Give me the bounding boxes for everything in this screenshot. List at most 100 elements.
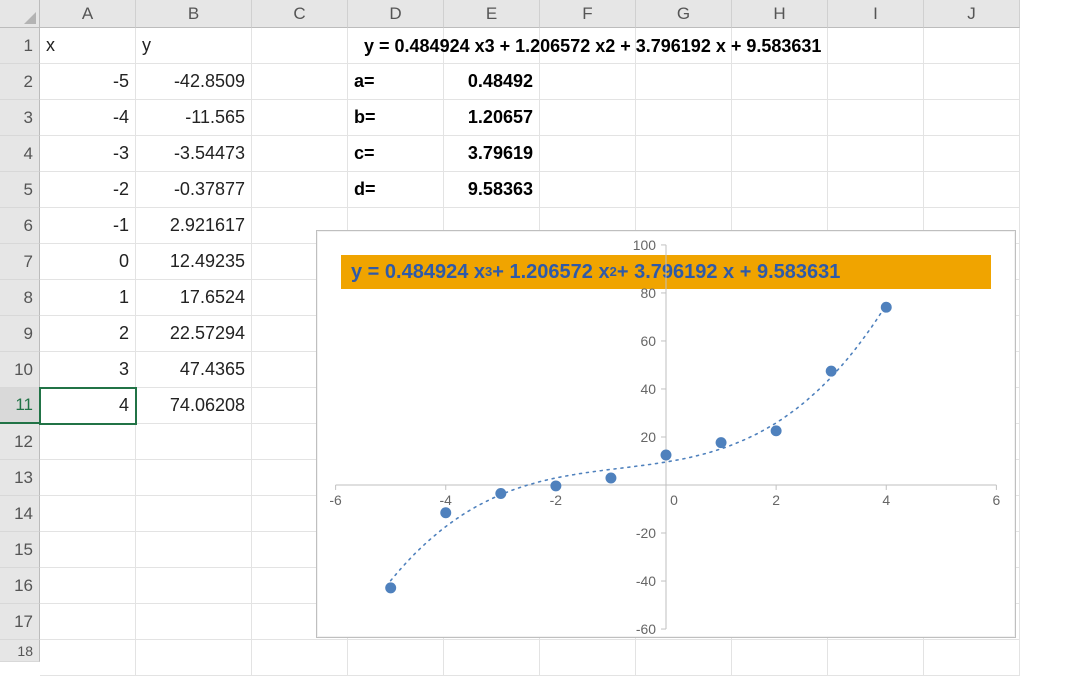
row-header-17[interactable]: 17: [0, 604, 40, 640]
cell-H3[interactable]: [732, 100, 828, 136]
column-header-F[interactable]: F: [540, 0, 636, 28]
row-header-8[interactable]: 8: [0, 280, 40, 316]
row-header-15[interactable]: 15: [0, 532, 40, 568]
cell-B14[interactable]: [136, 496, 252, 532]
column-header-G[interactable]: G: [636, 0, 732, 28]
cell-E1[interactable]: [444, 28, 540, 64]
cell-B12[interactable]: [136, 424, 252, 460]
cell-A18[interactable]: [40, 640, 136, 676]
cell-F18[interactable]: [540, 640, 636, 676]
cell-B7[interactable]: 12.49235: [136, 244, 252, 280]
cell-D4[interactable]: c=: [348, 136, 444, 172]
cell-B16[interactable]: [136, 568, 252, 604]
cell-H2[interactable]: [732, 64, 828, 100]
cell-C4[interactable]: [252, 136, 348, 172]
column-header-H[interactable]: H: [732, 0, 828, 28]
cell-A2[interactable]: -5: [40, 64, 136, 100]
row-header-4[interactable]: 4: [0, 136, 40, 172]
cell-I18[interactable]: [828, 640, 924, 676]
cell-F2[interactable]: [540, 64, 636, 100]
cell-J2[interactable]: [924, 64, 1020, 100]
cell-D1[interactable]: [348, 28, 444, 64]
cell-B15[interactable]: [136, 532, 252, 568]
cell-E4[interactable]: 3.79619: [444, 136, 540, 172]
column-header-J[interactable]: J: [924, 0, 1020, 28]
cell-B5[interactable]: -0.37877: [136, 172, 252, 208]
cell-B4[interactable]: -3.54473: [136, 136, 252, 172]
cell-A4[interactable]: -3: [40, 136, 136, 172]
column-header-D[interactable]: D: [348, 0, 444, 28]
cell-E2[interactable]: 0.48492: [444, 64, 540, 100]
cell-E18[interactable]: [444, 640, 540, 676]
cell-I5[interactable]: [828, 172, 924, 208]
cell-A1[interactable]: x: [40, 28, 136, 64]
cell-B18[interactable]: [136, 640, 252, 676]
row-header-16[interactable]: 16: [0, 568, 40, 604]
cell-A13[interactable]: [40, 460, 136, 496]
cell-G4[interactable]: [636, 136, 732, 172]
row-header-13[interactable]: 13: [0, 460, 40, 496]
cell-G18[interactable]: [636, 640, 732, 676]
row-header-12[interactable]: 12: [0, 424, 40, 460]
cell-A3[interactable]: -4: [40, 100, 136, 136]
cell-G5[interactable]: [636, 172, 732, 208]
cell-A7[interactable]: 0: [40, 244, 136, 280]
cell-H18[interactable]: [732, 640, 828, 676]
cell-D5[interactable]: d=: [348, 172, 444, 208]
cell-B3[interactable]: -11.565: [136, 100, 252, 136]
cell-I3[interactable]: [828, 100, 924, 136]
cell-A9[interactable]: 2: [40, 316, 136, 352]
cell-F3[interactable]: [540, 100, 636, 136]
cell-A10[interactable]: 3: [40, 352, 136, 388]
cell-C1[interactable]: [252, 28, 348, 64]
cell-I1[interactable]: [828, 28, 924, 64]
column-header-C[interactable]: C: [252, 0, 348, 28]
column-header-A[interactable]: A: [40, 0, 136, 28]
row-header-1[interactable]: 1: [0, 28, 40, 64]
row-header-6[interactable]: 6: [0, 208, 40, 244]
row-header-18[interactable]: 18: [0, 640, 40, 662]
cell-F5[interactable]: [540, 172, 636, 208]
cell-E5[interactable]: 9.58363: [444, 172, 540, 208]
cell-A12[interactable]: [40, 424, 136, 460]
cell-G3[interactable]: [636, 100, 732, 136]
cell-G1[interactable]: [636, 28, 732, 64]
cell-F1[interactable]: [540, 28, 636, 64]
cell-B6[interactable]: 2.921617: [136, 208, 252, 244]
cell-B13[interactable]: [136, 460, 252, 496]
cell-C3[interactable]: [252, 100, 348, 136]
row-header-3[interactable]: 3: [0, 100, 40, 136]
cell-B11[interactable]: 74.06208: [136, 388, 252, 424]
cell-A15[interactable]: [40, 532, 136, 568]
cell-H4[interactable]: [732, 136, 828, 172]
cell-J3[interactable]: [924, 100, 1020, 136]
cell-D2[interactable]: a=: [348, 64, 444, 100]
cell-B10[interactable]: 47.4365: [136, 352, 252, 388]
column-header-E[interactable]: E: [444, 0, 540, 28]
row-header-7[interactable]: 7: [0, 244, 40, 280]
cell-J18[interactable]: [924, 640, 1020, 676]
cell-A6[interactable]: -1: [40, 208, 136, 244]
cell-C18[interactable]: [252, 640, 348, 676]
cell-A5[interactable]: -2: [40, 172, 136, 208]
cell-A16[interactable]: [40, 568, 136, 604]
column-header-I[interactable]: I: [828, 0, 924, 28]
cell-G2[interactable]: [636, 64, 732, 100]
cell-B8[interactable]: 17.6524: [136, 280, 252, 316]
row-header-5[interactable]: 5: [0, 172, 40, 208]
cell-A14[interactable]: [40, 496, 136, 532]
cell-H5[interactable]: [732, 172, 828, 208]
cell-F4[interactable]: [540, 136, 636, 172]
cell-D18[interactable]: [348, 640, 444, 676]
cell-E3[interactable]: 1.20657: [444, 100, 540, 136]
embedded-chart[interactable]: y = 0.484924 x3 + 1.206572 x2 + 3.796192…: [316, 230, 1016, 638]
cell-B1[interactable]: y: [136, 28, 252, 64]
cell-B2[interactable]: -42.8509: [136, 64, 252, 100]
row-header-11[interactable]: 11: [0, 388, 40, 424]
cell-A17[interactable]: [40, 604, 136, 640]
cell-H1[interactable]: [732, 28, 828, 64]
cell-C2[interactable]: [252, 64, 348, 100]
cell-A11[interactable]: 4: [40, 388, 136, 424]
row-header-9[interactable]: 9: [0, 316, 40, 352]
column-header-B[interactable]: B: [136, 0, 252, 28]
